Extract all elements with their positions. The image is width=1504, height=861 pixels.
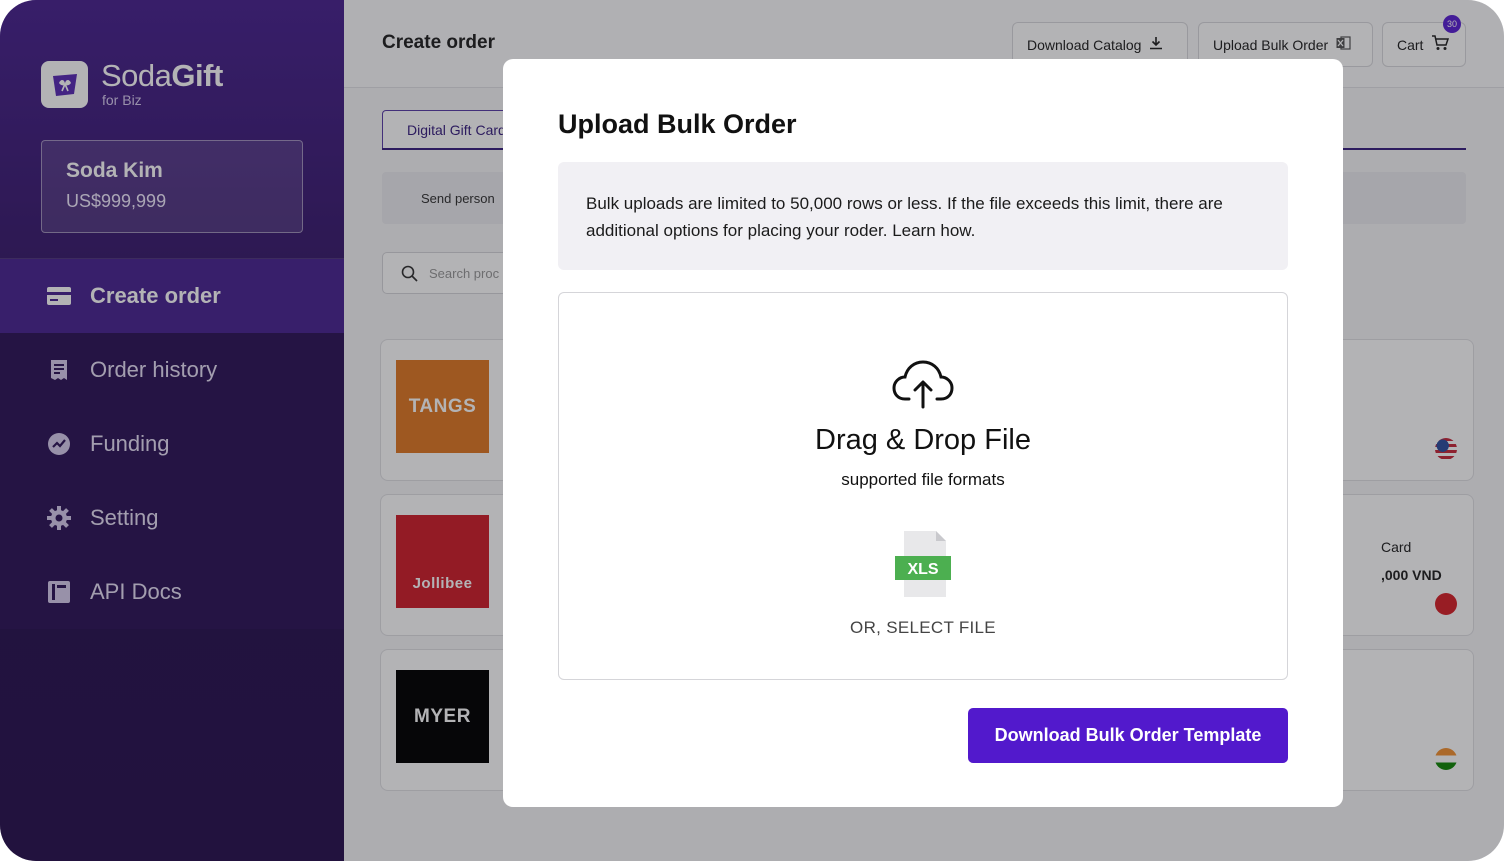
bulk-limit-notice: Bulk uploads are limited to 50,000 rows … (558, 162, 1288, 270)
upload-bulk-order-modal: Upload Bulk Order Bulk uploads are limit… (503, 59, 1343, 807)
svg-text:XLS: XLS (907, 561, 938, 578)
app-frame: SodaGift for Biz Soda Kim US$999,999 Cre… (0, 0, 1504, 861)
cloud-upload-icon (891, 359, 955, 416)
xls-file-icon: XLS (894, 529, 952, 604)
modal-title: Upload Bulk Order (558, 109, 797, 139)
drop-title: Drag & Drop File (815, 424, 1031, 456)
file-dropzone[interactable]: Drag & Drop File supported file formats … (558, 292, 1288, 680)
download-template-button[interactable]: Download Bulk Order Template (968, 708, 1288, 763)
drop-subtitle: supported file formats (841, 470, 1005, 489)
select-file-link[interactable]: OR, SELECT FILE (559, 618, 1287, 638)
